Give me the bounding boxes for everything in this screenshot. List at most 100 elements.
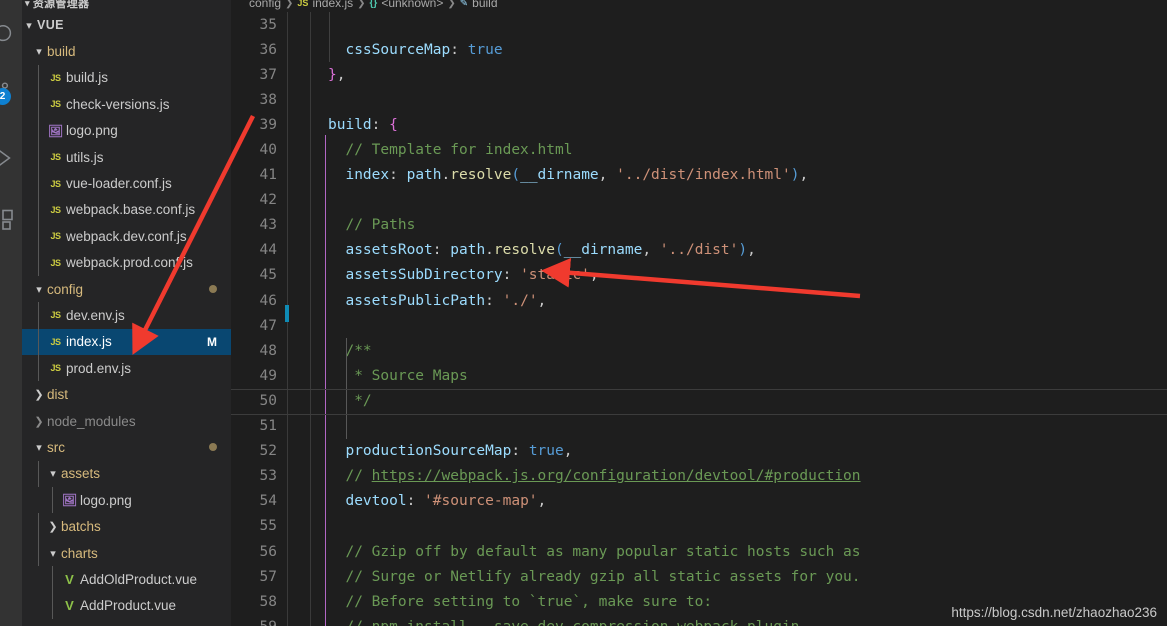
code-line-46[interactable]: 46 assetsPublicPath: './', bbox=[231, 288, 1167, 322]
tree-row-index-js[interactable]: JS index.js M bbox=[22, 328, 231, 356]
folder-change-dot bbox=[209, 285, 217, 294]
code-line-52[interactable]: 52 productionSourceMap: true, bbox=[231, 439, 1167, 464]
token: // Before setting to `true`, make sure t… bbox=[328, 593, 713, 610]
tree-row-src-logo-png[interactable]: 🖼 logo.png bbox=[22, 487, 231, 514]
code-line-44[interactable]: 44 assetsRoot: path.resolve(__dirname, '… bbox=[231, 238, 1167, 263]
js-file-icon: JS bbox=[50, 310, 61, 321]
tree-row-label: node_modules bbox=[47, 413, 136, 429]
search-icon[interactable] bbox=[0, 16, 22, 52]
code-line-51[interactable]: 51 bbox=[231, 414, 1167, 439]
code-line-35[interactable]: 35 bbox=[231, 12, 1167, 37]
tree-row-label: config bbox=[47, 281, 84, 297]
line-highlight-border-bottom bbox=[231, 413, 1167, 415]
code-text: devtool: '#source-map', bbox=[328, 493, 546, 509]
code-line-45[interactable]: 45 assetsSubDirectory: 'static', bbox=[231, 263, 1167, 288]
line-number: 41 bbox=[259, 167, 277, 184]
tree-row-vue-loader-conf-js[interactable]: JS vue-loader.conf.js bbox=[22, 170, 231, 197]
token: assetsPublicPath bbox=[345, 292, 486, 309]
token: : bbox=[485, 292, 494, 309]
code-line-38[interactable]: 38 bbox=[231, 87, 1167, 112]
line-number: 45 bbox=[259, 267, 277, 284]
line-number: 44 bbox=[259, 242, 277, 259]
tree-row-build-js[interactable]: JS build.js bbox=[22, 64, 231, 92]
tree-row-label: assets bbox=[61, 466, 101, 482]
code-text: /** bbox=[328, 343, 371, 359]
breadcrumb-item-build[interactable]: build bbox=[472, 0, 497, 10]
code-line-47[interactable]: 47 bbox=[231, 313, 1167, 338]
js-file-icon: JS bbox=[50, 363, 61, 374]
code-line-53[interactable]: 53 // https://webpack.js.org/configurati… bbox=[231, 464, 1167, 489]
breadcrumb-item-config[interactable]: config bbox=[249, 0, 281, 10]
tree-row-assets[interactable]: ▾ assets bbox=[22, 460, 231, 488]
indent-guide bbox=[38, 170, 39, 197]
code-line-55[interactable]: 55 bbox=[231, 514, 1167, 539]
tree-row-src[interactable]: ▾ src bbox=[22, 434, 231, 460]
token: : bbox=[432, 242, 442, 259]
indent-guide bbox=[329, 12, 330, 63]
tree-row-node-modules[interactable]: ❯ node_modules bbox=[22, 408, 231, 434]
tree-row-dist[interactable]: ❯ dist bbox=[22, 381, 231, 407]
token: , bbox=[589, 267, 599, 284]
tree-row-label: build bbox=[47, 44, 76, 60]
tree-row-webpack-base-conf-js[interactable]: JS webpack.base.conf.js bbox=[22, 196, 231, 224]
code-line-40[interactable]: 40 // Template for index.html bbox=[231, 137, 1167, 162]
line-number: 42 bbox=[259, 192, 277, 209]
tree-row-prod-env-js[interactable]: JS prod.env.js bbox=[22, 355, 231, 382]
code-line-56[interactable]: 56 // Gzip off by default as many popula… bbox=[231, 539, 1167, 564]
indent-guide bbox=[38, 117, 39, 144]
token: , bbox=[537, 493, 547, 510]
tree-row-webpack-dev-conf-js[interactable]: JS webpack.dev.conf.js bbox=[22, 223, 231, 250]
tree-row-dev-env-js[interactable]: JS dev.env.js bbox=[22, 302, 231, 329]
code-lines[interactable]: 35 36 cssSourceMap: true 37}, 38 39 build: {4… bbox=[231, 12, 1167, 626]
js-file-icon: JS bbox=[50, 204, 61, 215]
code-text: // Paths bbox=[328, 217, 415, 233]
explorer-title[interactable]: ▾ 资源管理器 bbox=[22, 0, 231, 11]
tree-row-label: AddProduct.vue bbox=[80, 598, 177, 614]
token: , bbox=[336, 66, 346, 83]
code-editor[interactable]: 35 36 cssSourceMap: true 37}, 38 39 build: {4… bbox=[231, 12, 1167, 626]
line-number: 36 bbox=[259, 41, 277, 58]
tree-row-charts[interactable]: ▾ charts bbox=[22, 539, 231, 567]
line-highlight-border-top bbox=[231, 388, 1167, 390]
tree-row-utils-js[interactable]: JS utils.js bbox=[22, 143, 231, 171]
file-tree[interactable]: ▾ VUE ▾ build JS build.js JS check-versions.js 🖼… bbox=[22, 12, 231, 619]
folder-change-dot bbox=[209, 443, 217, 452]
code-line-42[interactable]: 42 bbox=[231, 188, 1167, 213]
tree-row-build[interactable]: ▾ build bbox=[22, 38, 231, 64]
code-text: assetsRoot: path.resolve(__dirname, '../… bbox=[328, 242, 755, 259]
tree-row-webpack-prod-conf-js[interactable]: JS webpack.prod.conf.js bbox=[22, 249, 231, 276]
line-number: 59 bbox=[231, 619, 279, 626]
token: ( bbox=[511, 167, 521, 184]
code-line-41[interactable]: 41 index: path.resolve(__dirname, '../di… bbox=[231, 163, 1167, 188]
breadcrumb-item-unknown[interactable]: <unknown> bbox=[381, 0, 443, 10]
code-line-37[interactable]: 37}, bbox=[231, 62, 1167, 87]
tree-row-addoldproduct-vue[interactable]: V AddOldProduct.vue bbox=[22, 566, 231, 593]
code-line-57[interactable]: 57 // Surge or Netlify already gzip all … bbox=[231, 564, 1167, 589]
code-line-49[interactable]: 49 * Source Maps bbox=[231, 363, 1167, 388]
code-line-39[interactable]: 39 build: { bbox=[231, 112, 1167, 137]
code-line-54[interactable]: 54 devtool: '#source-map', bbox=[231, 489, 1167, 514]
breadcrumb[interactable]: config ❯ JS index.js ❯ {} <unknown> ❯ ✎ … bbox=[231, 0, 1167, 12]
chevron-down-icon: ▾ bbox=[50, 468, 56, 481]
tree-row-addproduct-vue[interactable]: V AddProduct.vue bbox=[22, 592, 231, 619]
chevron-down-icon: ▾ bbox=[26, 19, 32, 32]
tree-row-check-versions-js[interactable]: JS check-versions.js bbox=[22, 91, 231, 118]
code-line-48[interactable]: 48 /** bbox=[231, 338, 1167, 363]
code-line-50[interactable]: 50 */ bbox=[231, 388, 1167, 413]
line-number: 35 bbox=[259, 16, 277, 33]
chevron-right-icon: ❯ bbox=[34, 415, 44, 428]
run-debug-icon[interactable] bbox=[0, 140, 22, 176]
tree-row-config[interactable]: ▾ config bbox=[22, 276, 231, 302]
code-text: assetsSubDirectory: 'static', bbox=[328, 267, 599, 284]
tree-row-batchs[interactable]: ❯ batchs bbox=[22, 513, 231, 540]
indent-guide bbox=[52, 487, 53, 514]
extensions-icon[interactable] bbox=[0, 202, 22, 238]
code-line-36[interactable]: 36 cssSourceMap: true bbox=[231, 37, 1167, 62]
tree-row-logo-png[interactable]: 🖼 logo.png bbox=[22, 117, 231, 144]
code-line-43[interactable]: 43 // Paths bbox=[231, 213, 1167, 238]
breadcrumb-item-index-js[interactable]: index.js bbox=[312, 0, 353, 10]
tree-row-root[interactable]: ▾ VUE bbox=[22, 12, 231, 38]
